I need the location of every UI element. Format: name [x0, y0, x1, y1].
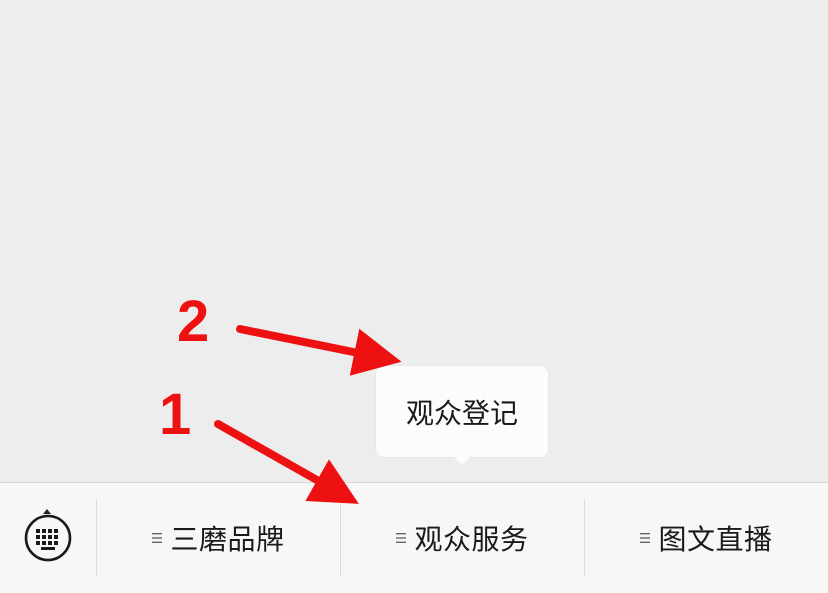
annotation-step-2: 2 [177, 289, 210, 354]
menu-item-live-coverage[interactable]: 图文直播 [585, 483, 828, 593]
menu-lines-icon [640, 532, 651, 544]
menu-lines-icon [152, 532, 163, 544]
menu-item-visitor-services[interactable]: 观众服务 [341, 483, 584, 593]
submenu-popup: 观众登记 [376, 366, 548, 465]
keyboard-toggle-button[interactable] [0, 483, 96, 593]
caret-up-icon [43, 509, 51, 514]
menu-item-label: 观众服务 [414, 523, 529, 556]
submenu-item-visitor-registration[interactable]: 观众登记 [406, 392, 518, 432]
annotation-step-1: 1 [159, 382, 192, 447]
menu-item-label: 三磨品牌 [170, 523, 285, 556]
keyboard-icon [24, 514, 72, 562]
menu-item-sanmo-brand[interactable]: 三磨品牌 [97, 483, 340, 593]
menu-lines-icon [396, 532, 407, 544]
bottom-menu-bar: 三磨品牌 观众服务 图文直播 [0, 482, 828, 593]
menu-item-label: 图文直播 [658, 523, 773, 556]
